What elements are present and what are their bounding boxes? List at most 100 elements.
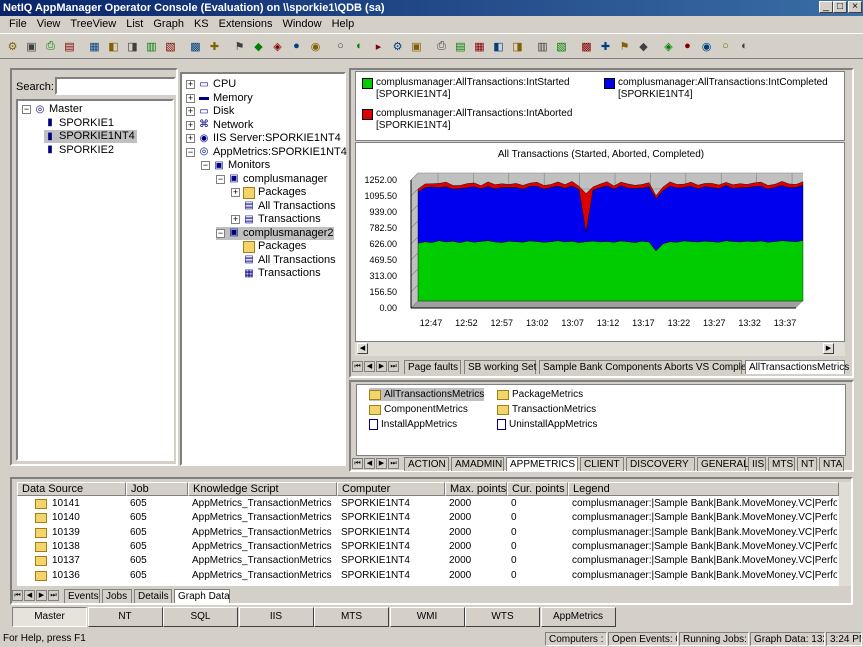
pause-icon[interactable]: ◐ <box>351 38 368 55</box>
list4-icon[interactable]: ◆ <box>635 38 652 55</box>
server-node[interactable]: ▮ SPORKIE1NT4 <box>44 130 137 143</box>
menu-file[interactable]: File <box>4 16 32 32</box>
tree-node[interactable]: ▦ Transactions <box>231 267 320 280</box>
minimize-button[interactable]: _ <box>819 1 833 13</box>
window-icon[interactable]: ▦ <box>86 38 103 55</box>
collapse-icon[interactable]: − <box>186 147 195 157</box>
window3-icon[interactable]: ◨ <box>124 38 141 55</box>
server-node[interactable]: ▮ SPORKIE2 <box>44 144 114 157</box>
copy-icon[interactable]: ✚ <box>206 38 223 55</box>
open-icon[interactable]: ▣ <box>23 38 40 55</box>
graph5-icon[interactable]: ◐ <box>736 38 753 55</box>
ks-tab[interactable]: DISCOVERY <box>626 457 695 471</box>
next-tab-button[interactable]: ▶ <box>36 590 47 601</box>
view-tab-nt[interactable]: NT <box>87 607 163 627</box>
menu-help[interactable]: Help <box>327 16 360 32</box>
tool4-icon[interactable]: ● <box>288 38 305 55</box>
last-tab-button[interactable]: ⏭ <box>388 458 399 469</box>
chart-scrollbar[interactable]: ◀ ▶ <box>355 342 845 356</box>
graph-tab[interactable]: AllTransactionsMetrics <box>745 360 849 374</box>
resource-tree[interactable]: + ▭ CPU + ▬ Memory + ▭ Disk + ⌘ Network + ◉ IIS Server… <box>180 72 347 466</box>
menu-window[interactable]: Window <box>277 16 326 32</box>
properties-icon[interactable]: ▤ <box>61 38 78 55</box>
last-tab-button[interactable]: ⏭ <box>388 361 399 372</box>
menu-list[interactable]: List <box>121 16 148 32</box>
server-node[interactable]: − ◎ Master <box>22 103 83 116</box>
ks-item[interactable]: ComponentMetrics <box>369 403 468 416</box>
report-icon[interactable]: ▩ <box>187 38 204 55</box>
menu-view[interactable]: View <box>32 16 66 32</box>
expand-icon[interactable]: + <box>231 188 240 197</box>
graph-tab[interactable]: Page faults <box>404 360 461 374</box>
ks-tab[interactable]: MTS <box>768 457 795 471</box>
tree-node[interactable]: − ◎ AppMetrics:SPORKIE1NT4 <box>186 146 347 159</box>
expand-icon[interactable]: + <box>186 93 195 103</box>
next-tab-button[interactable]: ▶ <box>376 458 387 469</box>
column-header[interactable]: Legend <box>568 482 839 496</box>
expand-icon[interactable]: + <box>186 120 195 130</box>
doc1-icon[interactable]: ▸ <box>370 38 387 55</box>
chart2-icon[interactable]: ▧ <box>553 38 570 55</box>
prev-tab-button[interactable]: ◀ <box>364 458 375 469</box>
print-icon[interactable]: ⎙ <box>42 38 59 55</box>
tool3-icon[interactable]: ◈ <box>269 38 286 55</box>
view-tab-sql[interactable]: SQL <box>163 607 238 627</box>
graph4-icon[interactable]: ○ <box>717 38 734 55</box>
server-node[interactable]: ▮ SPORKIE1 <box>44 117 114 130</box>
tree-node[interactable]: ▤ All Transactions <box>231 200 335 213</box>
prev-tab-button[interactable]: ◀ <box>24 590 35 601</box>
tree-node[interactable]: + ▭ CPU <box>186 78 236 91</box>
first-tab-button[interactable]: ⏮ <box>352 458 363 469</box>
tree-node[interactable]: − ▣ complusmanager <box>216 173 327 186</box>
table-row[interactable]: 10140 605 AppMetrics_TransactionMetrics SPO… <box>17 511 839 525</box>
next-tab-button[interactable]: ▶ <box>376 361 387 372</box>
list2-icon[interactable]: ✚ <box>597 38 614 55</box>
ks-item[interactable]: AllTransactionsMetrics <box>369 388 485 401</box>
collapse-icon[interactable]: − <box>216 174 225 184</box>
ks-item[interactable]: PackageMetrics <box>497 388 583 401</box>
list-tab[interactable]: Details <box>134 589 172 603</box>
last-tab-button[interactable]: ⏭ <box>48 590 59 601</box>
column-header[interactable]: Computer <box>337 482 445 496</box>
doc3-icon[interactable]: ▣ <box>408 38 425 55</box>
column-header[interactable]: Max. points <box>445 482 507 496</box>
ks-tab[interactable]: NT <box>797 457 817 471</box>
first-tab-button[interactable]: ⏮ <box>352 361 363 372</box>
ks-item[interactable]: UninstallAppMetrics <box>497 418 597 431</box>
column-header[interactable]: Knowledge Script <box>188 482 337 496</box>
chart1-icon[interactable]: ▥ <box>534 38 551 55</box>
scroll-left-button[interactable]: ◀ <box>357 343 368 354</box>
graph1-icon[interactable]: ◈ <box>660 38 677 55</box>
table-row[interactable]: 10136 605 AppMetrics_TransactionMetrics SPO… <box>17 569 839 583</box>
menu-graph[interactable]: Graph <box>148 16 189 32</box>
list-tab[interactable]: Jobs <box>102 589 132 603</box>
tree-node[interactable]: Packages <box>231 240 306 253</box>
ks-tab[interactable]: GENERAL <box>697 457 749 471</box>
ks-tab[interactable]: ACTION <box>404 457 449 471</box>
tool5-icon[interactable]: ◉ <box>307 38 324 55</box>
column-header[interactable]: Data Source <box>17 482 126 496</box>
expand-icon[interactable]: + <box>231 215 240 224</box>
first-tab-button[interactable]: ⏮ <box>12 590 23 601</box>
ks-tab[interactable]: NTA <box>819 457 844 471</box>
grid2-icon[interactable]: ▤ <box>452 38 469 55</box>
tree-node[interactable]: + Packages <box>231 186 306 199</box>
view-tab-appmetrics[interactable]: AppMetrics <box>540 607 616 627</box>
close-button[interactable]: × <box>848 1 862 13</box>
ks-tab[interactable]: IIS <box>748 457 766 471</box>
menu-ks[interactable]: KS <box>189 16 214 32</box>
graph-tab[interactable]: SB working Set <box>464 360 536 374</box>
doc2-icon[interactable]: ⚙ <box>389 38 406 55</box>
server-tree[interactable]: − ◎ Master ▮ SPORKIE1 ▮ SPORKIE1NT4 ▮ SPORKIE2 <box>16 99 174 461</box>
maximize-button[interactable]: □ <box>833 1 847 13</box>
tree-node[interactable]: + ▤ Transactions <box>231 213 321 226</box>
table-row[interactable]: 10138 605 AppMetrics_TransactionMetrics SPO… <box>17 540 839 554</box>
column-header[interactable]: Job <box>126 482 188 496</box>
collapse-icon[interactable]: − <box>22 105 31 114</box>
tool1-icon[interactable]: ⚑ <box>231 38 248 55</box>
scroll-right-button[interactable]: ▶ <box>823 343 834 354</box>
prev-tab-button[interactable]: ◀ <box>364 361 375 372</box>
list1-icon[interactable]: ▩ <box>578 38 595 55</box>
expand-icon[interactable]: + <box>186 107 195 116</box>
expand-icon[interactable]: + <box>186 134 195 143</box>
